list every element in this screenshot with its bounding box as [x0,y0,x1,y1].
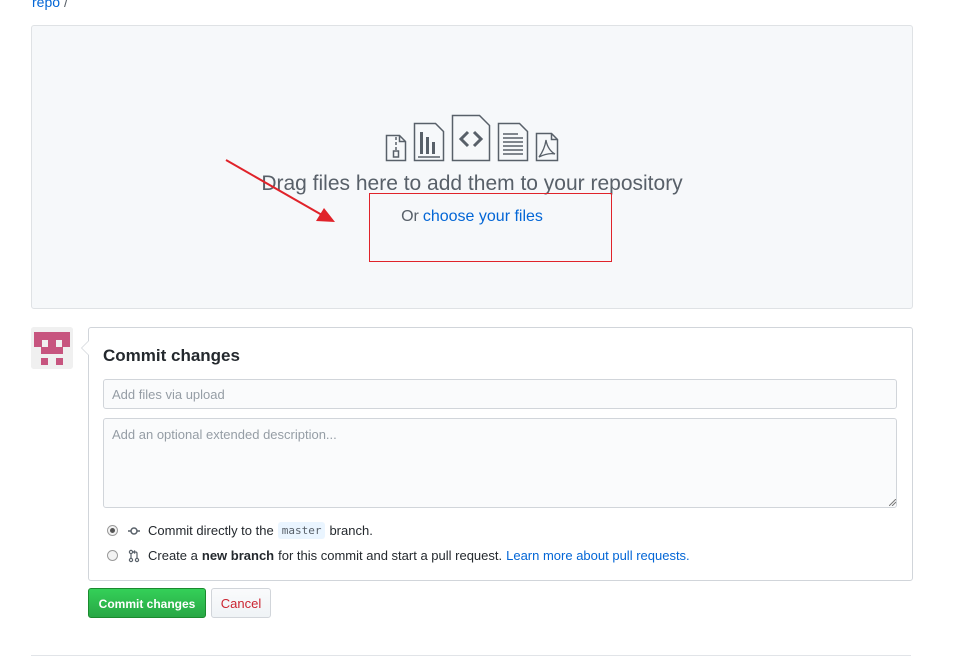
pdf-file-icon [535,132,559,162]
avatar[interactable] [31,327,73,369]
git-commit-icon [128,526,140,536]
commit-changes-button[interactable]: Commit changes [88,588,206,618]
code-file-icon [451,114,491,162]
commit-form: Commit changes Commit directly to the ma… [81,327,913,581]
resize-grip-icon[interactable] [889,499,896,506]
chart-file-icon [413,122,445,162]
commit-description-textarea[interactable] [103,418,897,508]
radio-new-branch[interactable] [107,550,118,561]
new-branch-prefix: Create a [148,548,198,563]
commit-form-title: Commit changes [103,346,240,365]
commit-option-new-branch[interactable]: Create a new branch for this commit and … [107,548,690,563]
commit-option-direct[interactable]: Commit directly to the master branch. [107,522,373,539]
breadcrumb-repo-link[interactable]: repo [32,0,60,10]
breadcrumb-separator: / [64,0,68,10]
annotation-arrow-icon [225,159,335,222]
text-file-icon [497,122,529,162]
commit-direct-prefix: Commit directly to the [148,523,274,538]
file-dropzone[interactable]: Drag files here to add them to your repo… [31,25,913,309]
learn-more-pull-requests-link[interactable]: Learn more about pull requests. [506,548,690,563]
commit-summary-input[interactable] [103,379,897,409]
annotation-highlight-box [369,193,612,262]
git-pull-request-icon [128,549,140,563]
radio-commit-direct[interactable] [107,525,118,536]
zip-file-icon [385,134,407,162]
new-branch-suffix: for this commit and start a pull request… [278,548,503,563]
branch-name-tag: master [277,522,326,539]
cancel-button[interactable]: Cancel [211,588,271,618]
identicon-icon [31,327,73,369]
breadcrumb: repo / [32,0,68,10]
new-branch-bold: new branch [201,548,275,563]
file-type-icons [32,114,912,162]
commit-direct-suffix: branch. [329,523,373,538]
